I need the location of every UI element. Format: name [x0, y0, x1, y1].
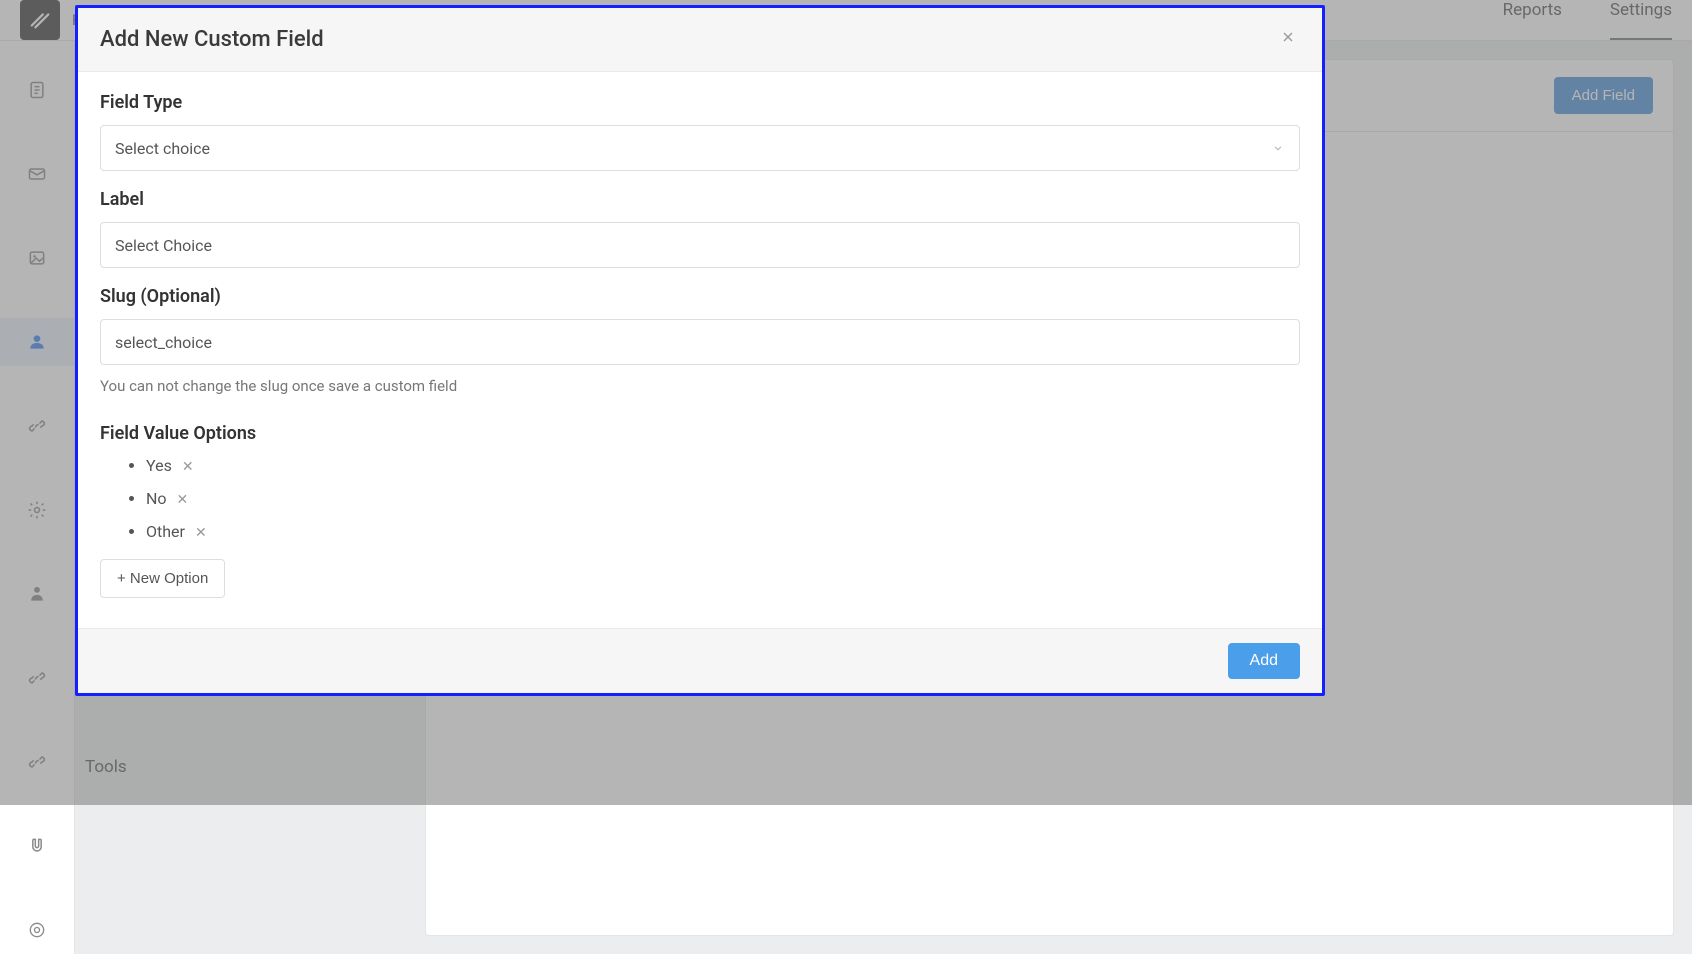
- remove-option-button[interactable]: ✕: [182, 459, 194, 475]
- label-label: Label: [100, 189, 1300, 210]
- modal-header: Add New Custom Field: [78, 8, 1322, 72]
- add-custom-field-modal: Add New Custom Field Field Type Select c…: [75, 5, 1325, 696]
- slug-input[interactable]: [100, 319, 1300, 365]
- field-type-select[interactable]: Select choice: [100, 125, 1300, 171]
- remove-option-button[interactable]: ✕: [195, 525, 207, 541]
- tools-gear-icon: [27, 920, 47, 940]
- label-input[interactable]: [100, 222, 1300, 268]
- list-item: No ✕: [146, 489, 1300, 508]
- modal-footer: Add: [78, 628, 1322, 693]
- modal-title: Add New Custom Field: [100, 27, 324, 52]
- magnet-icon: [27, 836, 47, 856]
- sidebar-item-tools[interactable]: [0, 906, 74, 954]
- modal-body: Field Type Select choice Label Slug (Opt…: [78, 72, 1322, 628]
- list-item: Yes ✕: [146, 456, 1300, 475]
- field-type-label: Field Type: [100, 92, 1300, 113]
- list-item: Other ✕: [146, 522, 1300, 541]
- modal-close-button[interactable]: [1276, 24, 1300, 55]
- new-option-button[interactable]: + New Option: [100, 559, 225, 598]
- option-label: No: [146, 489, 167, 508]
- close-icon: [1280, 29, 1296, 45]
- option-label: Other: [146, 522, 185, 541]
- options-label: Field Value Options: [100, 423, 1300, 444]
- field-type-value: Select choice: [115, 139, 210, 158]
- option-label: Yes: [146, 456, 172, 475]
- chevron-down-icon: [1271, 141, 1285, 155]
- sidebar-item-magnet[interactable]: [0, 822, 74, 870]
- remove-option-button[interactable]: ✕: [177, 492, 189, 508]
- options-list: Yes ✕ No ✕ Other ✕: [100, 456, 1300, 541]
- slug-label: Slug (Optional): [100, 286, 1300, 307]
- slug-hint: You can not change the slug once save a …: [100, 377, 1300, 395]
- add-button[interactable]: Add: [1228, 643, 1300, 679]
